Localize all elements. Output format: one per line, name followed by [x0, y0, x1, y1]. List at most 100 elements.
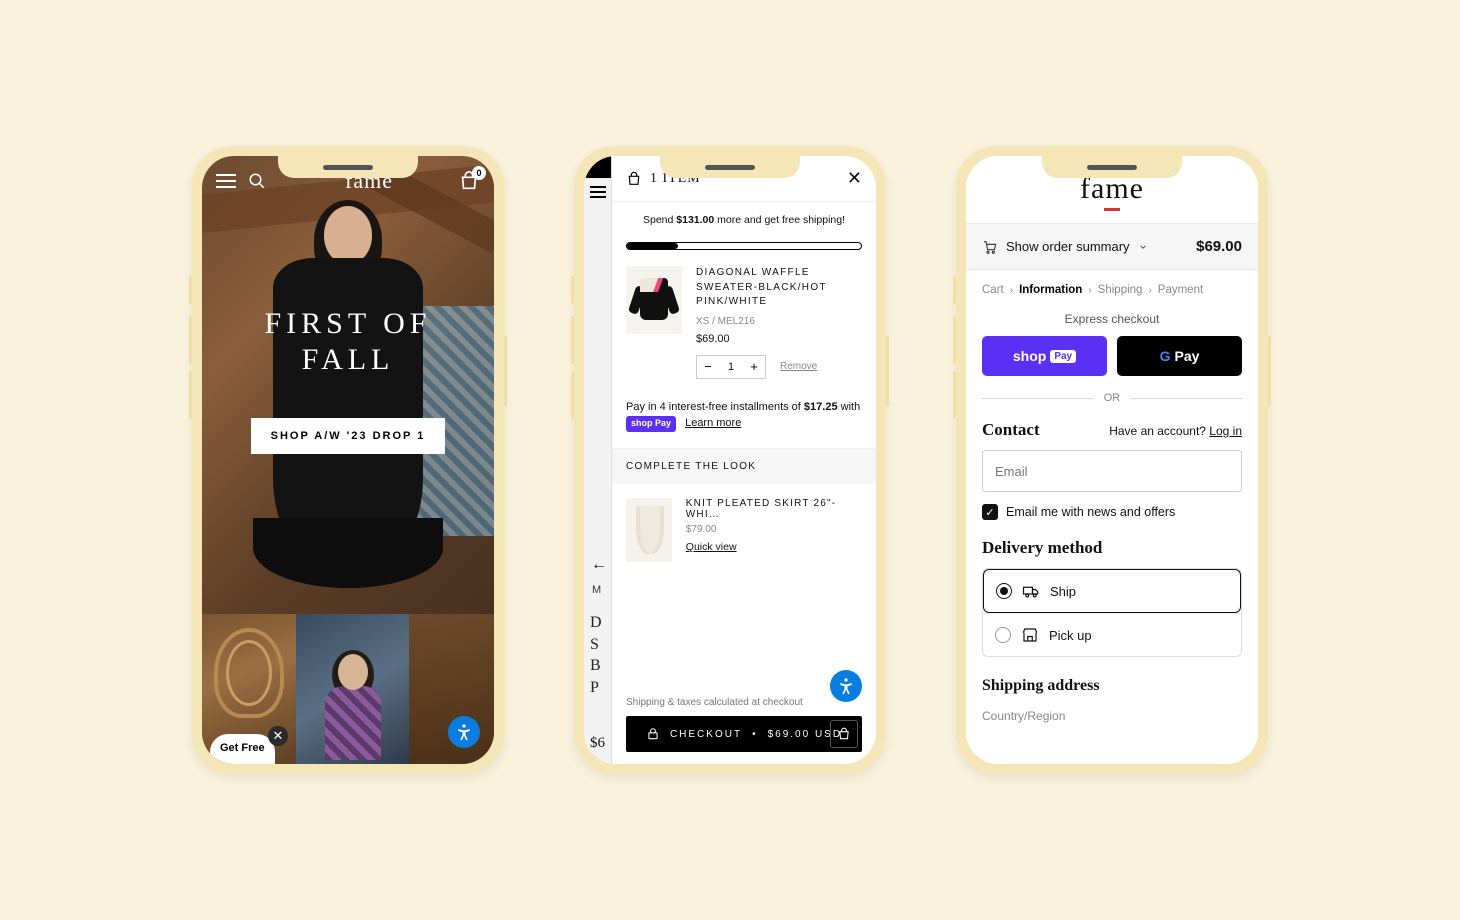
order-total: $69.00 — [1196, 238, 1242, 255]
free-shipping-message: Spend $131.00 more and get free shipping… — [612, 202, 876, 234]
checkout-button[interactable]: CHECKOUT • $69.00 USD — [626, 716, 862, 752]
side-button — [1268, 336, 1271, 406]
rec-thumbnail[interactable] — [626, 498, 672, 562]
express-checkout-label: Express checkout — [966, 310, 1258, 336]
get-free-pill[interactable]: Get Free — [210, 734, 275, 764]
quantity-stepper: − 1 + — [696, 355, 766, 379]
express-pay-buttons: shopPay G Pay — [966, 336, 1258, 376]
cart-drawer: 1 ITEM ✕ Spend $131.00 more and get free… — [612, 156, 876, 764]
phone-notch — [660, 156, 800, 178]
tax-note: Shipping & taxes calculated at checkout — [626, 697, 862, 708]
shipping-progress-bar — [626, 242, 862, 250]
summary-label: Show order summary — [1006, 239, 1130, 254]
sweater-illustration — [634, 278, 674, 322]
cart-icon — [982, 239, 998, 255]
recommended-item: KNIT PLEATED SKIRT 26"-WHI… $79.00 Quick… — [612, 484, 876, 576]
cart-item: DIAGONAL WAFFLE SWEATER-BLACK/HOT PINK/W… — [612, 250, 876, 395]
checkbox-checked-icon[interactable]: ✓ — [982, 504, 998, 520]
phone-home: fame 0 FIRST OF FALL SHOP A/W '23 DROP 1 — [192, 146, 504, 774]
shop-pay-button[interactable]: shopPay — [982, 336, 1107, 376]
email-field[interactable] — [982, 450, 1242, 492]
qty-decrement-button[interactable]: − — [697, 356, 719, 378]
accessibility-icon[interactable] — [830, 670, 862, 702]
thumb-model — [318, 654, 388, 764]
accessibility-icon[interactable] — [448, 716, 480, 748]
shipping-address-heading: Shipping address — [982, 677, 1242, 695]
qty-increment-button[interactable]: + — [743, 356, 765, 378]
qty-value: 1 — [719, 361, 743, 373]
pickup-option[interactable]: Pick up — [983, 613, 1241, 656]
newsletter-label: Email me with news and offers — [1006, 505, 1175, 519]
crumb-cart[interactable]: Cart — [982, 284, 1004, 296]
bag-icon — [626, 171, 642, 187]
side-button — [953, 371, 956, 419]
home-screen: fame 0 FIRST OF FALL SHOP A/W '23 DROP 1 — [202, 156, 494, 764]
hero-line2: FALL — [302, 343, 395, 376]
thumb-image[interactable] — [296, 614, 409, 764]
side-button — [504, 336, 507, 406]
shoppay-badge: shop Pay — [626, 416, 676, 433]
search-icon[interactable] — [248, 171, 268, 191]
login-prompt: Have an account? Log in — [1109, 424, 1242, 438]
alt-pay-icon[interactable] — [830, 720, 858, 748]
phone-checkout: fame Show order summary $69.00 Cart› Inf… — [956, 146, 1268, 774]
crumb-information[interactable]: Information — [1019, 284, 1082, 296]
ship-label: Ship — [1050, 584, 1076, 599]
installments-note: Pay in 4 interest-free installments of $… — [612, 395, 876, 450]
or-divider: OR — [966, 376, 1258, 420]
remove-link[interactable]: Remove — [780, 361, 817, 372]
delivery-method-heading: Delivery method — [982, 538, 1242, 558]
newsletter-checkbox-row[interactable]: ✓ Email me with news and offers — [982, 504, 1242, 520]
country-field-label[interactable]: Country/Region — [982, 701, 1242, 723]
learn-more-link[interactable]: Learn more — [685, 417, 741, 429]
complete-the-look-heading: COMPLETE THE LOOK — [612, 449, 876, 484]
close-icon[interactable]: ✕ — [847, 168, 862, 189]
cart-screen: ← M D S B P $6 1 ITEM ✕ Spend $131.00 mo… — [584, 156, 876, 764]
phone-notch — [1042, 156, 1182, 178]
phone-cart: ← M D S B P $6 1 ITEM ✕ Spend $131.00 mo… — [574, 146, 886, 774]
rec-name[interactable]: KNIT PLEATED SKIRT 26"-WHI… — [686, 498, 862, 520]
back-arrow-icon[interactable]: ← — [591, 556, 607, 574]
lock-icon — [646, 727, 660, 741]
side-button — [953, 316, 956, 364]
checkout-screen: fame Show order summary $69.00 Cart› Inf… — [966, 156, 1258, 764]
underlay-page: ← M D S B P $6 — [584, 156, 612, 764]
underlay-text: D S B P — [590, 612, 602, 698]
underlay-text: M — [592, 584, 603, 596]
bag-icon[interactable]: 0 — [458, 170, 480, 192]
menu-icon[interactable] — [590, 186, 606, 198]
shop-drop-button[interactable]: SHOP A/W '23 DROP 1 — [251, 418, 446, 454]
google-pay-button[interactable]: G Pay — [1117, 336, 1242, 376]
side-button — [953, 276, 956, 304]
order-summary-toggle[interactable]: Show order summary $69.00 — [966, 223, 1258, 270]
checkout-sep: • — [752, 729, 758, 740]
item-thumbnail[interactable] — [626, 266, 682, 334]
breadcrumb: Cart› Information› Shipping› Payment — [966, 270, 1258, 310]
login-link[interactable]: Log in — [1209, 424, 1242, 438]
side-button — [571, 276, 574, 304]
item-price: $69.00 — [696, 333, 862, 345]
crumb-payment: Payment — [1158, 284, 1203, 296]
side-button — [189, 371, 192, 419]
hero-text: FIRST OF FALL SHOP A/W '23 DROP 1 — [202, 306, 494, 454]
radio-selected-icon — [996, 583, 1012, 599]
ship-option[interactable]: Ship — [983, 569, 1241, 613]
radio-unselected-icon — [995, 627, 1011, 643]
crumb-shipping: Shipping — [1098, 284, 1143, 296]
skirt-illustration — [636, 506, 664, 554]
rec-price: $79.00 — [686, 524, 862, 535]
model-head — [324, 206, 372, 264]
chevron-down-icon — [1138, 242, 1148, 252]
underlay-header-bar — [584, 156, 611, 178]
item-info: DIAGONAL WAFFLE SWEATER-BLACK/HOT PINK/W… — [696, 266, 862, 379]
side-button — [886, 336, 889, 406]
menu-icon[interactable] — [216, 171, 236, 191]
pickup-label: Pick up — [1049, 628, 1092, 643]
item-name[interactable]: DIAGONAL WAFFLE SWEATER-BLACK/HOT PINK/W… — [696, 266, 862, 310]
quick-view-link[interactable]: Quick view — [686, 541, 862, 553]
close-pill-icon[interactable]: ✕ — [268, 726, 288, 746]
qty-row: − 1 + Remove — [696, 355, 862, 379]
side-button — [571, 371, 574, 419]
delivery-options: Ship Pick up — [982, 568, 1242, 657]
side-button — [189, 316, 192, 364]
